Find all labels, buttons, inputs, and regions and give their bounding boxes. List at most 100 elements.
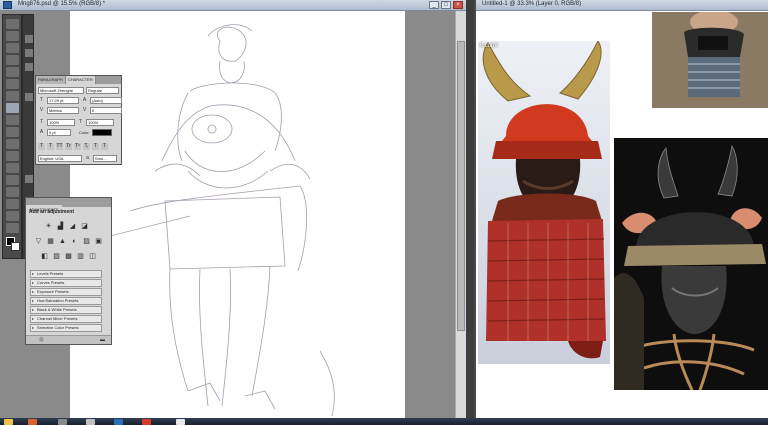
taskbar-photoshop-icon[interactable] — [114, 419, 123, 425]
lasso-tool-icon[interactable] — [6, 43, 19, 53]
window-controls: _ □ × — [429, 1, 463, 9]
faux-italic-button[interactable]: T — [47, 142, 54, 150]
faux-bold-button[interactable]: T — [38, 142, 45, 150]
start-orb-icon[interactable] — [4, 419, 13, 425]
history-brush-tool-icon[interactable] — [6, 127, 19, 137]
tracking-field[interactable]: 0 — [90, 106, 122, 114]
healing-brush-tool-icon[interactable] — [6, 91, 19, 101]
clip-to-layer-icon[interactable]: ⊡ — [38, 337, 45, 343]
font-family-select[interactable]: Microsoft Zhengrie — [38, 86, 84, 94]
panel-menu-icon[interactable]: ▬ — [99, 337, 106, 343]
photo-filter-icon[interactable]: ▨ — [82, 238, 91, 246]
dodge-tool-icon[interactable] — [6, 175, 19, 185]
threshold-icon[interactable]: ▩ — [64, 253, 73, 261]
dock-button-icon[interactable] — [25, 49, 33, 57]
path-select-tool-icon[interactable] — [6, 211, 19, 221]
sketch-canvas[interactable] — [70, 11, 405, 418]
levels-icon[interactable]: ▟ — [56, 223, 65, 231]
superscript-button[interactable]: T¹ — [74, 142, 81, 150]
antialias-icon: a — [86, 154, 89, 161]
blur-tool-icon[interactable] — [6, 163, 19, 173]
strikethrough-button[interactable]: T — [101, 142, 108, 150]
hue-saturation-icon[interactable]: ▦ — [46, 238, 55, 246]
dock-button-icon[interactable] — [25, 93, 33, 101]
underline-button[interactable]: T — [92, 142, 99, 150]
watermark-url: it.com/ — [480, 43, 498, 49]
preset-hue-saturation[interactable]: Hue/Saturation Presets — [30, 297, 102, 305]
eyedropper-tool-icon[interactable] — [6, 79, 19, 89]
font-row: Microsoft Zhengrie Regular — [38, 86, 119, 94]
channel-mixer-icon[interactable]: ▣ — [94, 238, 103, 246]
close-button[interactable]: × — [453, 1, 463, 9]
preset-levels[interactable]: Levels Presets — [30, 270, 102, 278]
vibrance-icon[interactable]: ▽ — [34, 238, 43, 246]
horizontal-scale-field[interactable]: 100% — [86, 118, 114, 126]
windows-taskbar — [0, 418, 768, 425]
armor-closeup-illustration — [652, 12, 768, 108]
vertical-scale-icon: T — [39, 118, 44, 125]
font-size-field[interactable]: 17.29 pt — [47, 96, 79, 104]
brush-tool-icon[interactable] — [6, 103, 19, 113]
photoshop-titlebar[interactable]: Mng876.psd @ 15.5% (RGB/8) * _ □ × — [0, 0, 466, 11]
preset-black-white[interactable]: Black & White Presets — [30, 306, 102, 314]
scroll-thumb[interactable] — [457, 41, 465, 331]
font-style-select[interactable]: Regular — [86, 86, 119, 94]
exposure-icon[interactable]: ◪ — [80, 223, 89, 231]
maximize-button[interactable]: □ — [441, 1, 451, 9]
pen-tool-icon[interactable] — [6, 187, 19, 197]
baseline-shift-icon: A — [39, 128, 44, 135]
tab-paragraph[interactable]: PARAGRAPH — [36, 76, 66, 84]
all-caps-button[interactable]: TT — [56, 142, 63, 150]
preset-channel-mixer[interactable]: Channel Mixer Presets — [30, 315, 102, 323]
vertical-scrollbar[interactable] — [455, 11, 466, 418]
baseline-shift-field[interactable]: 0 pt — [47, 128, 71, 136]
quick-select-tool-icon[interactable] — [6, 55, 19, 65]
leading-field[interactable]: (Auto) — [90, 96, 122, 104]
antialias-select[interactable]: Smo... — [93, 154, 117, 162]
kerning-field[interactable]: Metrics — [47, 106, 79, 114]
desktop-gap — [466, 0, 474, 418]
dock-button-icon[interactable] — [25, 175, 33, 183]
text-color-swatch[interactable] — [91, 128, 112, 136]
background-color-swatch[interactable] — [11, 242, 20, 251]
type-tool-icon[interactable] — [6, 199, 19, 209]
reference-titlebar[interactable]: Untitled-1 @ 33.3% (Layer 0, RGB/8) — [476, 0, 768, 11]
brightness-contrast-icon[interactable]: ☀ — [44, 223, 53, 231]
tab-character[interactable]: CHARACTER — [65, 76, 96, 84]
dock-button-icon[interactable] — [25, 63, 33, 71]
taskbar-app-icon[interactable] — [86, 419, 95, 425]
invert-icon[interactable]: ◧ — [40, 253, 49, 261]
taskbar-app-icon[interactable] — [176, 419, 185, 425]
language-select[interactable]: English: USA — [38, 154, 82, 162]
black-white-icon[interactable]: ◐ — [70, 238, 79, 246]
clone-stamp-tool-icon[interactable] — [6, 115, 19, 125]
tracking-icon: V — [82, 106, 87, 113]
dark-samurai-helmet-photo — [614, 138, 768, 390]
character-panel: PARAGRAPH CHARACTER Microsoft Zhengrie R… — [35, 75, 122, 165]
vertical-scale-field[interactable]: 100% — [47, 118, 75, 126]
posterize-icon[interactable]: ▨ — [52, 253, 61, 261]
small-caps-button[interactable]: Tr — [65, 142, 72, 150]
dock-button-icon[interactable] — [25, 35, 33, 43]
selective-color-icon[interactable]: ◫ — [88, 253, 97, 261]
hand-tool-icon[interactable] — [6, 223, 19, 233]
subscript-button[interactable]: T, — [83, 142, 90, 150]
taskbar-app-icon[interactable] — [28, 419, 37, 425]
baseline-row: A 0 pt Color: — [38, 128, 112, 136]
taskbar-app-icon[interactable] — [142, 419, 151, 425]
crop-tool-icon[interactable] — [6, 67, 19, 77]
scale-row: T 100% T 100% — [38, 118, 114, 126]
taskbar-app-icon[interactable] — [58, 419, 67, 425]
gradient-map-icon[interactable]: ▥ — [76, 253, 85, 261]
curves-icon[interactable]: ◢ — [68, 223, 77, 231]
preset-exposure[interactable]: Exposure Presets — [30, 288, 102, 296]
move-tool-icon[interactable] — [6, 19, 19, 29]
eraser-tool-icon[interactable] — [6, 139, 19, 149]
color-balance-icon[interactable]: ▲ — [58, 238, 67, 246]
marquee-tool-icon[interactable] — [6, 31, 19, 41]
preset-selective-color[interactable]: Selective Color Presets — [30, 324, 102, 332]
preset-curves[interactable]: Curves Presets — [30, 279, 102, 287]
gradient-tool-icon[interactable] — [6, 151, 19, 161]
format-buttons-row: T T TT Tr T¹ T, T T — [38, 142, 108, 150]
minimize-button[interactable]: _ — [429, 1, 439, 9]
